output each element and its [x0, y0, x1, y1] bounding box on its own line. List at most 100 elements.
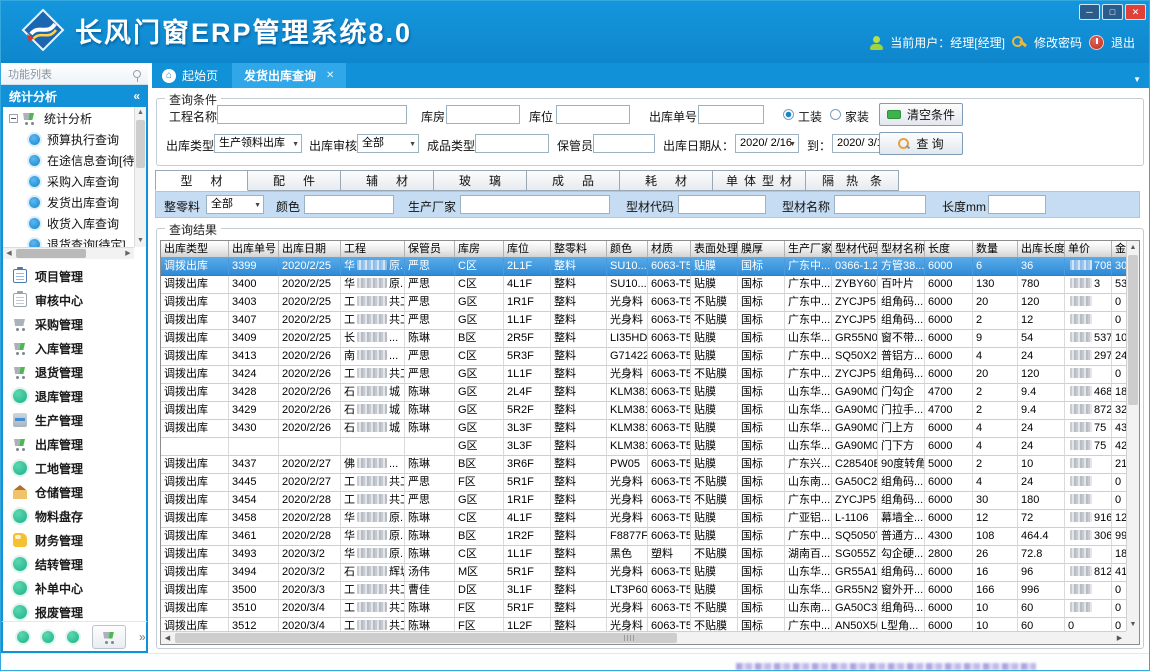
table-row[interactable]: 调拨出库34002020/2/25华原...严思C区4L1F整料SU10...6…: [161, 276, 1139, 294]
search-button[interactable]: 查 询: [879, 132, 963, 155]
column-header-保管员[interactable]: 保管员: [405, 241, 455, 258]
scroll-left-icon[interactable]: ◀: [161, 632, 174, 645]
close-button[interactable]: [1125, 4, 1146, 20]
color-input[interactable]: [304, 195, 394, 214]
scrollbar-thumb[interactable]: [175, 633, 677, 643]
material-tab-单体型材[interactable]: 单 体 型 材: [713, 170, 806, 191]
warehouse-input[interactable]: [446, 105, 520, 124]
table-row[interactable]: 调拨出库33992020/2/25华原...严思C区2L1F整料SU10...6…: [161, 258, 1139, 276]
column-header-生产厂家[interactable]: 生产厂家: [785, 241, 832, 258]
radio-gongzhuang[interactable]: [783, 109, 794, 120]
table-row[interactable]: 调拨出库34452020/2/27工共工程严思F区5R1F整料光身料6063-T…: [161, 474, 1139, 492]
collapse-icon[interactable]: «: [133, 89, 140, 103]
table-row[interactable]: 调拨出库34132020/2/26南...严思C区5R3F整料G71422606…: [161, 348, 1139, 366]
tree-item[interactable]: 收货入库查询: [3, 213, 134, 234]
table-row[interactable]: 调拨出库34292020/2/26石城陈琳G区5R2F整料KLM38176063…: [161, 402, 1139, 420]
material-tab-玻璃[interactable]: 玻 璃: [434, 170, 527, 191]
sidebar-item-审核中心[interactable]: 审核中心: [3, 288, 146, 312]
column-header-型材代码[interactable]: 型材代码: [832, 241, 878, 258]
scroll-left-icon[interactable]: ◀: [3, 248, 15, 259]
sidebar-item-生产管理[interactable]: 生产管理: [3, 408, 146, 432]
column-header-表面处理[interactable]: 表面处理: [691, 241, 738, 258]
material-tab-配件[interactable]: 配 件: [248, 170, 341, 191]
tab-home[interactable]: 起始页: [152, 63, 232, 88]
minimize-button[interactable]: [1079, 4, 1100, 20]
profile-code-input[interactable]: [678, 195, 766, 214]
material-tab-成品[interactable]: 成 品: [527, 170, 620, 191]
scrollbar-thumb[interactable]: [16, 249, 86, 258]
date-from-picker[interactable]: 2020/ 2/16: [735, 134, 799, 153]
tree-item[interactable]: 预算执行查询: [3, 129, 134, 150]
table-row[interactable]: G区3L3F整料KLM38176063-T5贴膜国标山东华...GA90M09.…: [161, 438, 1139, 456]
sidebar-item-退库管理[interactable]: 退库管理: [3, 384, 146, 408]
tree-item[interactable]: 退货查询[待定]: [3, 234, 134, 247]
column-header-材质[interactable]: 材质: [648, 241, 691, 258]
tree-horizontal-scrollbar[interactable]: ◀ ▶: [3, 247, 134, 259]
table-row[interactable]: 调拨出库34542020/2/28工共工程严思G区1R1F整料光身料6063-T…: [161, 492, 1139, 510]
column-header-长度[interactable]: 长度: [925, 241, 973, 258]
grid-vertical-scrollbar[interactable]: ▲ ▼: [1126, 241, 1139, 631]
scroll-down-icon[interactable]: ▼: [1127, 618, 1139, 631]
table-row[interactable]: 调拨出库34072020/2/25工共工程严思G区1L1F整料光身料6063-T…: [161, 312, 1139, 330]
sidebar-item-报废管理[interactable]: 报废管理: [3, 600, 146, 621]
tab-shipment-query[interactable]: 发货出库查询: [232, 63, 346, 88]
location-input[interactable]: [556, 105, 630, 124]
scroll-up-icon[interactable]: ▲: [1127, 241, 1139, 254]
column-header-膜厚[interactable]: 膜厚: [738, 241, 785, 258]
product-type-input[interactable]: [475, 134, 549, 153]
material-tab-辅材[interactable]: 辅 材: [341, 170, 434, 191]
sidebar-item-工地管理[interactable]: 工地管理: [3, 456, 146, 480]
pin-icon[interactable]: [133, 70, 141, 78]
more-chevron-icon[interactable]: »: [139, 632, 146, 642]
scrollbar-thumb[interactable]: [136, 120, 145, 168]
table-row[interactable]: 调拨出库34282020/2/26石城陈琳G区2L4F整料KLM38176063…: [161, 384, 1139, 402]
logout-link[interactable]: 退出: [1111, 34, 1135, 51]
sidebar-item-物料盘存[interactable]: 物料盘存: [3, 504, 146, 528]
column-header-出库类型[interactable]: 出库类型: [161, 241, 229, 258]
tree-root[interactable]: 统计分析: [3, 107, 134, 129]
table-row[interactable]: 调拨出库34032020/2/25工共工程严思G区1R1F整料光身料6063-T…: [161, 294, 1139, 312]
column-header-工程[interactable]: 工程: [341, 241, 405, 258]
scrollbar-thumb[interactable]: [1128, 255, 1138, 405]
quick-item-icon[interactable]: [67, 631, 79, 643]
scrollbar-grip[interactable]: [624, 635, 634, 641]
scroll-up-icon[interactable]: ▲: [135, 107, 146, 119]
table-row[interactable]: 调拨出库34612020/2/28华原...陈琳B区1R2F整料F8877FT6…: [161, 528, 1139, 546]
sidebar-item-退货管理[interactable]: 退货管理: [3, 360, 146, 384]
scroll-right-icon[interactable]: ▶: [1113, 632, 1126, 645]
column-header-出库日期[interactable]: 出库日期: [279, 241, 341, 258]
tab-close-icon[interactable]: [326, 70, 334, 81]
change-password-link[interactable]: 修改密码: [1034, 34, 1082, 51]
column-header-整零料[interactable]: 整零料: [551, 241, 607, 258]
grid-horizontal-scrollbar[interactable]: ◀ ▶: [161, 631, 1126, 644]
material-tab-隔热条[interactable]: 隔 热 条: [806, 170, 899, 191]
sidebar-item-结转管理[interactable]: 结转管理: [3, 552, 146, 576]
column-header-型材名称[interactable]: 型材名称: [878, 241, 925, 258]
sidebar-item-补单中心[interactable]: 补单中心: [3, 576, 146, 600]
column-header-库位[interactable]: 库位: [504, 241, 551, 258]
maximize-button[interactable]: [1102, 4, 1123, 20]
column-header-数量[interactable]: 数量: [973, 241, 1018, 258]
whole-piece-dropdown[interactable]: 全部: [206, 195, 264, 214]
tree-collapse-icon[interactable]: [9, 114, 18, 123]
column-header-库房[interactable]: 库房: [455, 241, 504, 258]
sidebar-item-出库管理[interactable]: 出库管理: [3, 432, 146, 456]
keeper-input[interactable]: [593, 134, 655, 153]
table-row[interactable]: 调拨出库35002020/3/3工共工程曹佳D区3L1F整料LT3P606063…: [161, 582, 1139, 600]
column-header-单价[interactable]: 单价: [1065, 241, 1112, 258]
order-no-input[interactable]: [698, 105, 764, 124]
tree-item[interactable]: 在途信息查询[待: [3, 150, 134, 171]
tab-overflow-icon[interactable]: ▼: [1133, 75, 1141, 84]
sidebar-item-入库管理[interactable]: 入库管理: [3, 336, 146, 360]
table-row[interactable]: 调拨出库34372020/2/27佛...陈琳B区3R6F整料PW056063-…: [161, 456, 1139, 474]
clear-conditions-button[interactable]: 清空条件: [879, 103, 963, 126]
column-header-出库长度[interactable]: 出库长度: [1018, 241, 1065, 258]
tree-item[interactable]: 发货出库查询: [3, 192, 134, 213]
manufacturer-input[interactable]: [460, 195, 610, 214]
audit-dropdown[interactable]: 全部: [357, 134, 419, 153]
table-row[interactable]: 调拨出库35102020/3/4工共工程陈琳F区5R1F整料光身料6063-T5…: [161, 600, 1139, 618]
table-row[interactable]: 调拨出库34942020/3/2石辉城汤伟M区5R1F整料光身料6063-T5贴…: [161, 564, 1139, 582]
tree-vertical-scrollbar[interactable]: ▲ ▼: [134, 107, 146, 247]
table-row[interactable]: 调拨出库34302020/2/26石城陈琳G区3L3F整料KLM38176063…: [161, 420, 1139, 438]
sidebar-item-财务管理[interactable]: 财务管理: [3, 528, 146, 552]
